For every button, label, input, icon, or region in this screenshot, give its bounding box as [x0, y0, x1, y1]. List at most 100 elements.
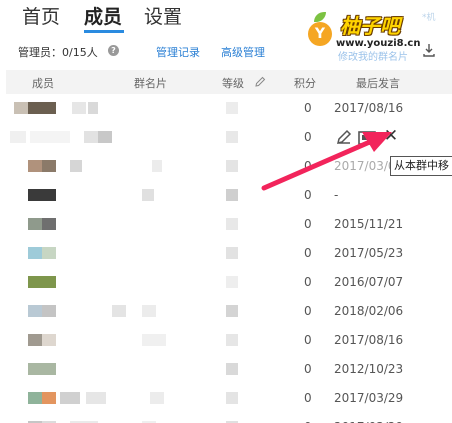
table-row[interactable]: 0 2017/03/29	[0, 413, 452, 423]
level-badge	[226, 189, 238, 201]
level-badge	[226, 334, 238, 346]
tab-settings[interactable]: 设置	[144, 2, 182, 29]
admin-count: 管理员：0/15人	[18, 46, 98, 59]
score: 0	[304, 246, 312, 260]
row-actions: ✕	[334, 127, 404, 147]
level-badge	[226, 276, 238, 288]
member-toolbar: 管理员：0/15人 ? 管理记录 高级管理 修改我的群名片	[0, 42, 452, 64]
group-card-icon[interactable]	[358, 130, 376, 145]
score: 0	[304, 217, 312, 231]
tab-home[interactable]: 首页	[22, 2, 60, 29]
blurred-name	[86, 392, 106, 404]
last-message-date: 2017/08/16	[334, 333, 404, 347]
table-row[interactable]: 0 2016/07/07	[0, 268, 452, 297]
level-badge	[226, 160, 238, 172]
last-message-date: 2017/08/16	[334, 101, 404, 115]
last-message-date: 2015/11/21	[334, 217, 404, 231]
avatar	[28, 363, 56, 375]
last-message-date: 2017/05/23	[334, 246, 404, 260]
table-row[interactable]: 0 2018/02/06	[0, 297, 452, 326]
score: 0	[304, 304, 312, 318]
table-row[interactable]: 0 2017/03/29	[0, 384, 452, 413]
edit-pencil-icon[interactable]	[336, 129, 352, 145]
score: 0	[304, 159, 312, 173]
avatar	[28, 305, 42, 317]
header-group-card: 群名片	[134, 77, 167, 90]
avatar	[10, 131, 26, 143]
blurred-name	[70, 160, 82, 172]
avatar	[28, 102, 56, 114]
level-badge	[226, 305, 238, 317]
active-tab-underline	[84, 30, 124, 33]
avatar	[28, 334, 42, 346]
blurred-card	[142, 305, 156, 317]
table-row[interactable]: 0 2015/11/21	[0, 210, 452, 239]
level-badge	[226, 218, 238, 230]
member-list: 0 2017/08/16 0 ✕ 0 2017/03/0 0 - 0 2015/…	[0, 94, 452, 423]
avatar	[28, 247, 42, 259]
blurred-name	[112, 305, 126, 317]
blurred-card	[152, 160, 162, 172]
avatar	[42, 218, 56, 230]
score: 0	[304, 275, 312, 289]
score: 0	[304, 101, 312, 115]
blurred-card	[150, 392, 164, 404]
last-message-date: 2018/02/06	[334, 304, 404, 318]
level-badge	[226, 131, 238, 143]
score: 0	[304, 391, 312, 405]
table-header: 成员 群名片 等级 积分 最后发言	[6, 70, 452, 94]
avatar	[42, 247, 56, 259]
header-level: 等级	[222, 77, 244, 90]
avatar	[28, 218, 42, 230]
avatar	[28, 189, 56, 201]
remove-member-icon[interactable]: ✕	[382, 127, 400, 145]
manage-log-link[interactable]: 管理记录	[156, 44, 200, 60]
avatar	[28, 276, 56, 288]
header-member: 成员	[32, 77, 54, 90]
last-message-date: 2017/03/29	[334, 391, 404, 405]
blurred-name	[88, 102, 98, 114]
table-row[interactable]: 0 2017/03/0	[0, 152, 452, 181]
avatar	[42, 160, 56, 172]
level-badge	[226, 247, 238, 259]
score: 0	[304, 130, 312, 144]
table-row[interactable]: 0 2017/08/16	[0, 94, 452, 123]
avatar	[42, 305, 56, 317]
last-message-date: 2017/03/0	[334, 159, 396, 173]
blurred-name	[72, 102, 86, 114]
remove-tooltip: 从本群中移	[390, 156, 452, 176]
tab-members[interactable]: 成员	[84, 2, 122, 29]
help-icon[interactable]: ?	[108, 45, 119, 56]
pencil-icon[interactable]	[254, 76, 266, 88]
table-row[interactable]: 0 -	[0, 181, 452, 210]
last-message-date: 2012/10/23	[334, 362, 404, 376]
blurred-name	[98, 131, 112, 143]
blurred-name	[84, 131, 98, 143]
table-row[interactable]: 0 ✕	[0, 123, 452, 152]
avatar	[28, 160, 42, 172]
table-row[interactable]: 0 2017/05/23	[0, 239, 452, 268]
last-message-date: -	[334, 188, 339, 202]
last-message-date: 2016/07/07	[334, 275, 404, 289]
avatar	[14, 102, 28, 114]
table-row[interactable]: 0 2017/08/16	[0, 326, 452, 355]
level-badge	[226, 392, 238, 404]
export-icon[interactable]	[422, 43, 436, 57]
table-row[interactable]: 0 2012/10/23	[0, 355, 452, 384]
score: 0	[304, 188, 312, 202]
advanced-manage-link[interactable]: 高级管理	[221, 44, 265, 60]
logo-faint-text: *机	[422, 13, 436, 23]
logo-name: 柚子吧	[340, 14, 400, 38]
header-score: 积分	[294, 77, 316, 90]
level-badge	[226, 102, 238, 114]
header-last-message: 最后发言	[356, 77, 400, 90]
edit-my-card-link[interactable]: 修改我的群名片	[338, 48, 408, 63]
blurred-name	[60, 392, 80, 404]
avatar	[28, 392, 42, 404]
score: 0	[304, 333, 312, 347]
score: 0	[304, 362, 312, 376]
avatar	[42, 334, 56, 346]
level-badge	[226, 363, 238, 375]
leaf-icon	[314, 12, 326, 22]
blurred-card	[142, 189, 154, 201]
